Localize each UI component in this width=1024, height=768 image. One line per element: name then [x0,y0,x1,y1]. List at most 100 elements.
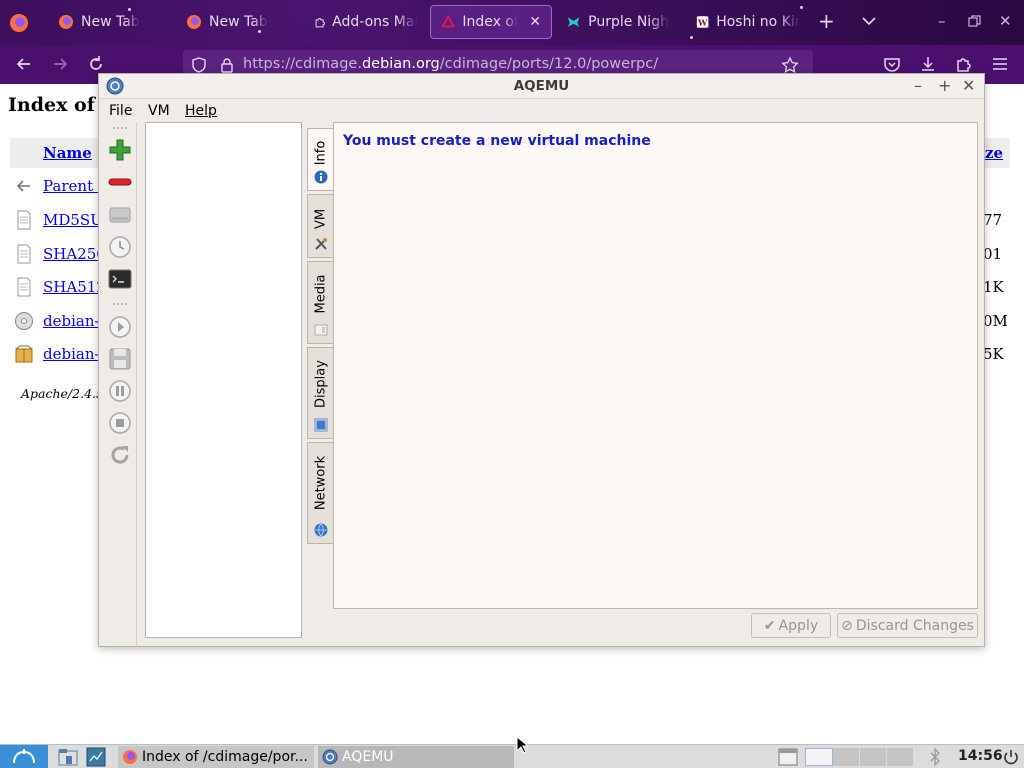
taskbar-item-aqemu[interactable]: AQEMU [318,746,514,768]
info-icon [314,170,328,184]
window-list-icon[interactable] [778,748,798,766]
theme-icon [567,17,580,27]
remove-vm-icon[interactable] [108,170,132,194]
tab-label: VM [313,208,329,229]
restore-icon[interactable] [968,15,981,28]
hamburger-menu-icon[interactable] [990,54,1010,74]
vm-settings-tabs: Info VM Media Display Network [307,122,334,548]
tab-vm[interactable]: VM [307,194,334,258]
tab-purple-night[interactable]: Purple Night [556,5,680,39]
menu-bar: File VM Help [99,100,984,122]
extensions-icon[interactable] [954,54,974,74]
taskbar-item-firefox[interactable]: Index of /cdimage/por... [118,746,314,768]
apply-button[interactable]: ✔ Apply [751,613,831,638]
taskbar-item-label: Index of /cdimage/por... [142,749,308,765]
save-icon[interactable] [108,347,132,371]
url-domain: debian.org [361,56,440,72]
power-icon[interactable] [1002,748,1020,766]
minimize-icon[interactable]: – [938,12,946,30]
menu-file[interactable]: File [109,103,132,119]
tab-new-tab-2[interactable]: New Tab [176,5,300,39]
tab-label: New Tab [81,14,140,30]
chevron-down-icon[interactable] [860,12,878,30]
toolbar-grip[interactable] [113,303,127,307]
firefox-icon [123,750,137,764]
desktop-icon[interactable] [86,747,106,767]
table-row-link[interactable]: SHA512 [43,278,106,296]
firefox-icon[interactable] [8,12,30,34]
menu-help[interactable]: Help [185,103,217,119]
shield-icon[interactable] [191,57,207,73]
browser-tab-bar: New Tab New Tab Add-ons Manager Index of… [0,0,1024,45]
url-text[interactable]: https://cdimage.debian.org/cdimage/ports… [243,56,658,72]
toolbar-grip[interactable] [113,127,127,131]
tab-addons-manager[interactable]: Add-ons Manager [304,5,428,39]
lock-icon[interactable] [219,57,235,73]
hard-disk-icon[interactable] [108,203,132,227]
stop-icon[interactable] [108,411,132,435]
media-drive-icon [314,324,328,336]
tab-new-tab-1[interactable]: New Tab [48,5,170,39]
close-icon[interactable]: ✕ [962,76,975,95]
reset-icon[interactable] [108,443,132,467]
tab-index-of-cdimage[interactable]: Index of /cdimage/ports/12.0/powerpc ✕ [430,5,552,39]
back-arrow-icon[interactable] [14,54,34,74]
close-icon[interactable]: ✕ [529,14,541,30]
tab-label: Display [313,360,329,408]
tab-display[interactable]: Display [307,347,334,439]
discard-label: Discard Changes [855,617,974,634]
disc-icon [15,312,33,330]
package-icon [15,345,33,363]
column-header-size[interactable]: ze [985,144,1003,162]
menu-vm[interactable]: VM [148,103,170,119]
start-menu-button[interactable] [0,745,48,768]
forward-arrow-icon[interactable] [50,54,70,74]
url-prefix: https://cdimage. [243,56,362,72]
file-manager-icon[interactable] [58,748,78,766]
workspace-3[interactable] [860,748,886,766]
tab-info[interactable]: Info [307,128,334,191]
workspace-2[interactable] [833,748,859,766]
table-row-link[interactable]: SHA256 [43,245,106,263]
info-panel: You must create a new virtual machine [333,122,978,609]
network-globe-icon [314,523,328,537]
puzzle-icon [315,18,325,28]
reload-icon[interactable] [86,54,106,74]
tab-network[interactable]: Network [307,442,334,544]
wikipedia-icon: W [696,16,709,28]
tab-label: Purple Night [588,14,670,30]
aqemu-title-bar[interactable]: AQEMU – + ✕ [99,74,984,99]
play-icon[interactable] [108,315,132,339]
new-tab-plus-icon[interactable]: + [818,11,835,31]
column-header-name[interactable]: Name [43,144,92,162]
tab-hoshi-no-kirby[interactable]: W Hoshi no Kirby [686,5,810,39]
download-icon[interactable] [918,54,938,74]
discard-changes-button[interactable]: ⊘ Discard Changes [837,613,978,638]
clock[interactable]: 14:56 [958,748,1003,764]
workspace-4[interactable] [887,748,913,766]
back-icon [16,180,30,192]
bookmark-star-icon[interactable] [781,56,799,74]
table-row-link[interactable]: MD5SU [43,211,103,229]
pocket-icon[interactable] [882,54,902,74]
url-path: /cdimage/ports/12.0/powerpc/ [439,56,659,72]
bluetooth-icon[interactable] [928,748,942,766]
add-vm-icon[interactable] [108,138,132,162]
tab-media[interactable]: Media [307,261,334,344]
clock-icon[interactable] [108,235,132,259]
close-icon[interactable]: ✕ [999,12,1012,30]
tab-label: Media [313,274,329,314]
terminal-icon[interactable] [108,267,132,291]
info-message: You must create a new virtual machine [343,133,651,149]
taskbar: Index of /cdimage/por... AQEMU 14:56 [0,744,1024,768]
svg-text:W: W [697,17,708,27]
maximize-icon[interactable]: + [938,76,951,95]
cancel-icon: ⊘ [841,617,853,634]
tab-label: Index of /cdimage/ports/12.0/powerpc [462,14,519,30]
vm-list[interactable] [145,122,302,638]
debian-icon [441,14,456,28]
taskbar-item-label: AQEMU [342,749,394,765]
workspace-1[interactable] [805,748,833,766]
minimize-icon[interactable]: – [914,76,922,95]
pause-icon[interactable] [108,379,132,403]
